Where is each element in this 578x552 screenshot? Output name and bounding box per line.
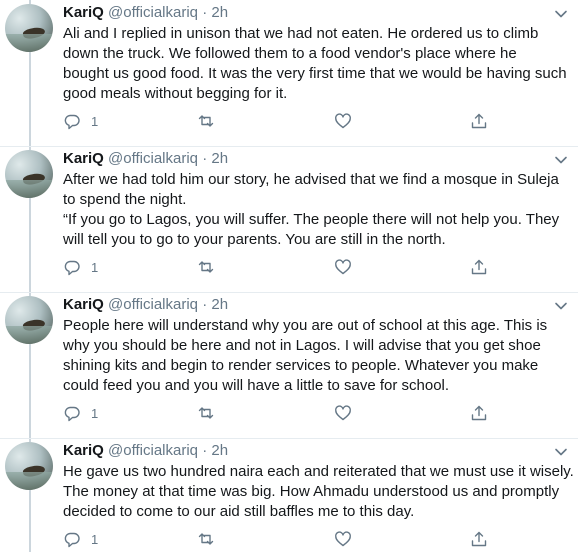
like-button[interactable] [334,529,352,549]
tweet[interactable]: KariQ @officialkariq · 2h Ali and I repl… [0,0,578,146]
share-icon [471,259,487,275]
share-icon [471,531,487,547]
tweet-header: KariQ @officialkariq · 2h [63,3,228,23]
like-button[interactable] [334,111,352,131]
tweet-line: Ali and I replied in unison that we had … [63,25,539,42]
reply-icon [64,260,80,276]
reply-icon [64,532,80,548]
reply-icon [64,406,80,422]
avatar[interactable] [5,442,53,490]
retweet-button[interactable] [197,403,215,423]
heart-icon [335,405,351,421]
reply-count: 1 [91,113,99,129]
tweet-line: down the truck. We followed them to a fo… [63,45,517,62]
tweet-header: KariQ @officialkariq · 2h [63,441,228,461]
timestamp[interactable]: 2h [211,4,228,21]
reply-button[interactable]: 1 [63,529,98,549]
separator-dot: · [202,296,208,313]
share-icon [471,405,487,421]
tweet-line: why you should be here and not in Lagos.… [63,337,541,354]
action-bar: 1 [63,111,563,131]
tweet-line: He gave us two hundred naira each and re… [63,463,574,480]
chevron-down-icon[interactable] [554,153,568,167]
tweet-line: could feed you and you will have a littl… [63,377,450,394]
display-name[interactable]: KariQ [63,442,104,459]
like-button[interactable] [334,257,352,277]
display-name[interactable]: KariQ [63,296,104,313]
share-button[interactable] [470,403,488,423]
share-button[interactable] [470,257,488,277]
reply-count: 1 [91,531,99,547]
chevron-down-icon[interactable] [554,7,568,21]
separator-dot: · [202,150,208,167]
avatar[interactable] [5,296,53,344]
avatar[interactable] [5,150,53,198]
action-bar: 1 [63,403,563,423]
action-bar: 1 [63,529,563,549]
reply-button[interactable]: 1 [63,257,98,277]
tweet[interactable]: KariQ @officialkariq · 2h After we had t… [0,147,578,292]
tweet-text: Ali and I replied in unison that we had … [63,24,578,104]
tweet-line: “If you go to Lagos, you will suffer. Th… [63,211,560,228]
retweet-icon [198,407,214,419]
retweet-button[interactable] [197,257,215,277]
tweet-line: After we had told him our story, he advi… [63,171,559,188]
chevron-down-icon[interactable] [554,445,568,459]
user-handle[interactable]: @officialkariq [108,4,198,21]
tweet-line: People here will understand why you are … [63,317,548,334]
display-name[interactable]: KariQ [63,4,104,21]
retweet-button[interactable] [197,111,215,131]
tweet-text: He gave us two hundred naira each and re… [63,462,578,522]
separator-dot: · [202,4,208,21]
timestamp[interactable]: 2h [211,442,228,459]
user-handle[interactable]: @officialkariq [108,296,198,313]
share-button[interactable] [470,111,488,131]
avatar[interactable] [5,4,53,52]
user-handle[interactable]: @officialkariq [108,442,198,459]
share-button[interactable] [470,529,488,549]
retweet-icon [198,533,214,545]
retweet-button[interactable] [197,529,215,549]
reply-count: 1 [91,259,99,275]
heart-icon [335,531,351,547]
share-icon [471,113,487,129]
heart-icon [335,113,351,129]
tweet-line: shining kits and begin to render service… [63,357,539,374]
tweet-line: to spend the night. [63,191,187,208]
retweet-icon [198,261,214,273]
tweet-header: KariQ @officialkariq · 2h [63,149,228,169]
reply-button[interactable]: 1 [63,111,98,131]
tweet-header: KariQ @officialkariq · 2h [63,295,228,315]
tweet-line: will tell you to go to your parents. You… [63,231,446,248]
tweet-text: People here will understand why you are … [63,316,578,396]
tweet[interactable]: KariQ @officialkariq · 2h He gave us two… [0,439,578,552]
timestamp[interactable]: 2h [211,296,228,313]
reply-button[interactable]: 1 [63,403,98,423]
separator-dot: · [202,442,208,459]
like-button[interactable] [334,403,352,423]
tweet-line: The money at that time was big. How Ahma… [63,483,560,500]
retweet-icon [198,115,214,127]
tweet-text: After we had told him our story, he advi… [63,170,578,250]
action-bar: 1 [63,257,563,277]
tweet-line: good meals without begging for it. [63,85,288,102]
display-name[interactable]: KariQ [63,150,104,167]
timestamp[interactable]: 2h [211,150,228,167]
tweet-line: decided to come to our aid still baffles… [63,503,415,520]
reply-icon [64,114,80,130]
user-handle[interactable]: @officialkariq [108,150,198,167]
tweet[interactable]: KariQ @officialkariq · 2h People here wi… [0,293,578,438]
reply-count: 1 [91,405,99,421]
chevron-down-icon[interactable] [554,299,568,313]
tweet-line: bought us good food. It was the very fir… [63,65,567,82]
heart-icon [335,259,351,275]
